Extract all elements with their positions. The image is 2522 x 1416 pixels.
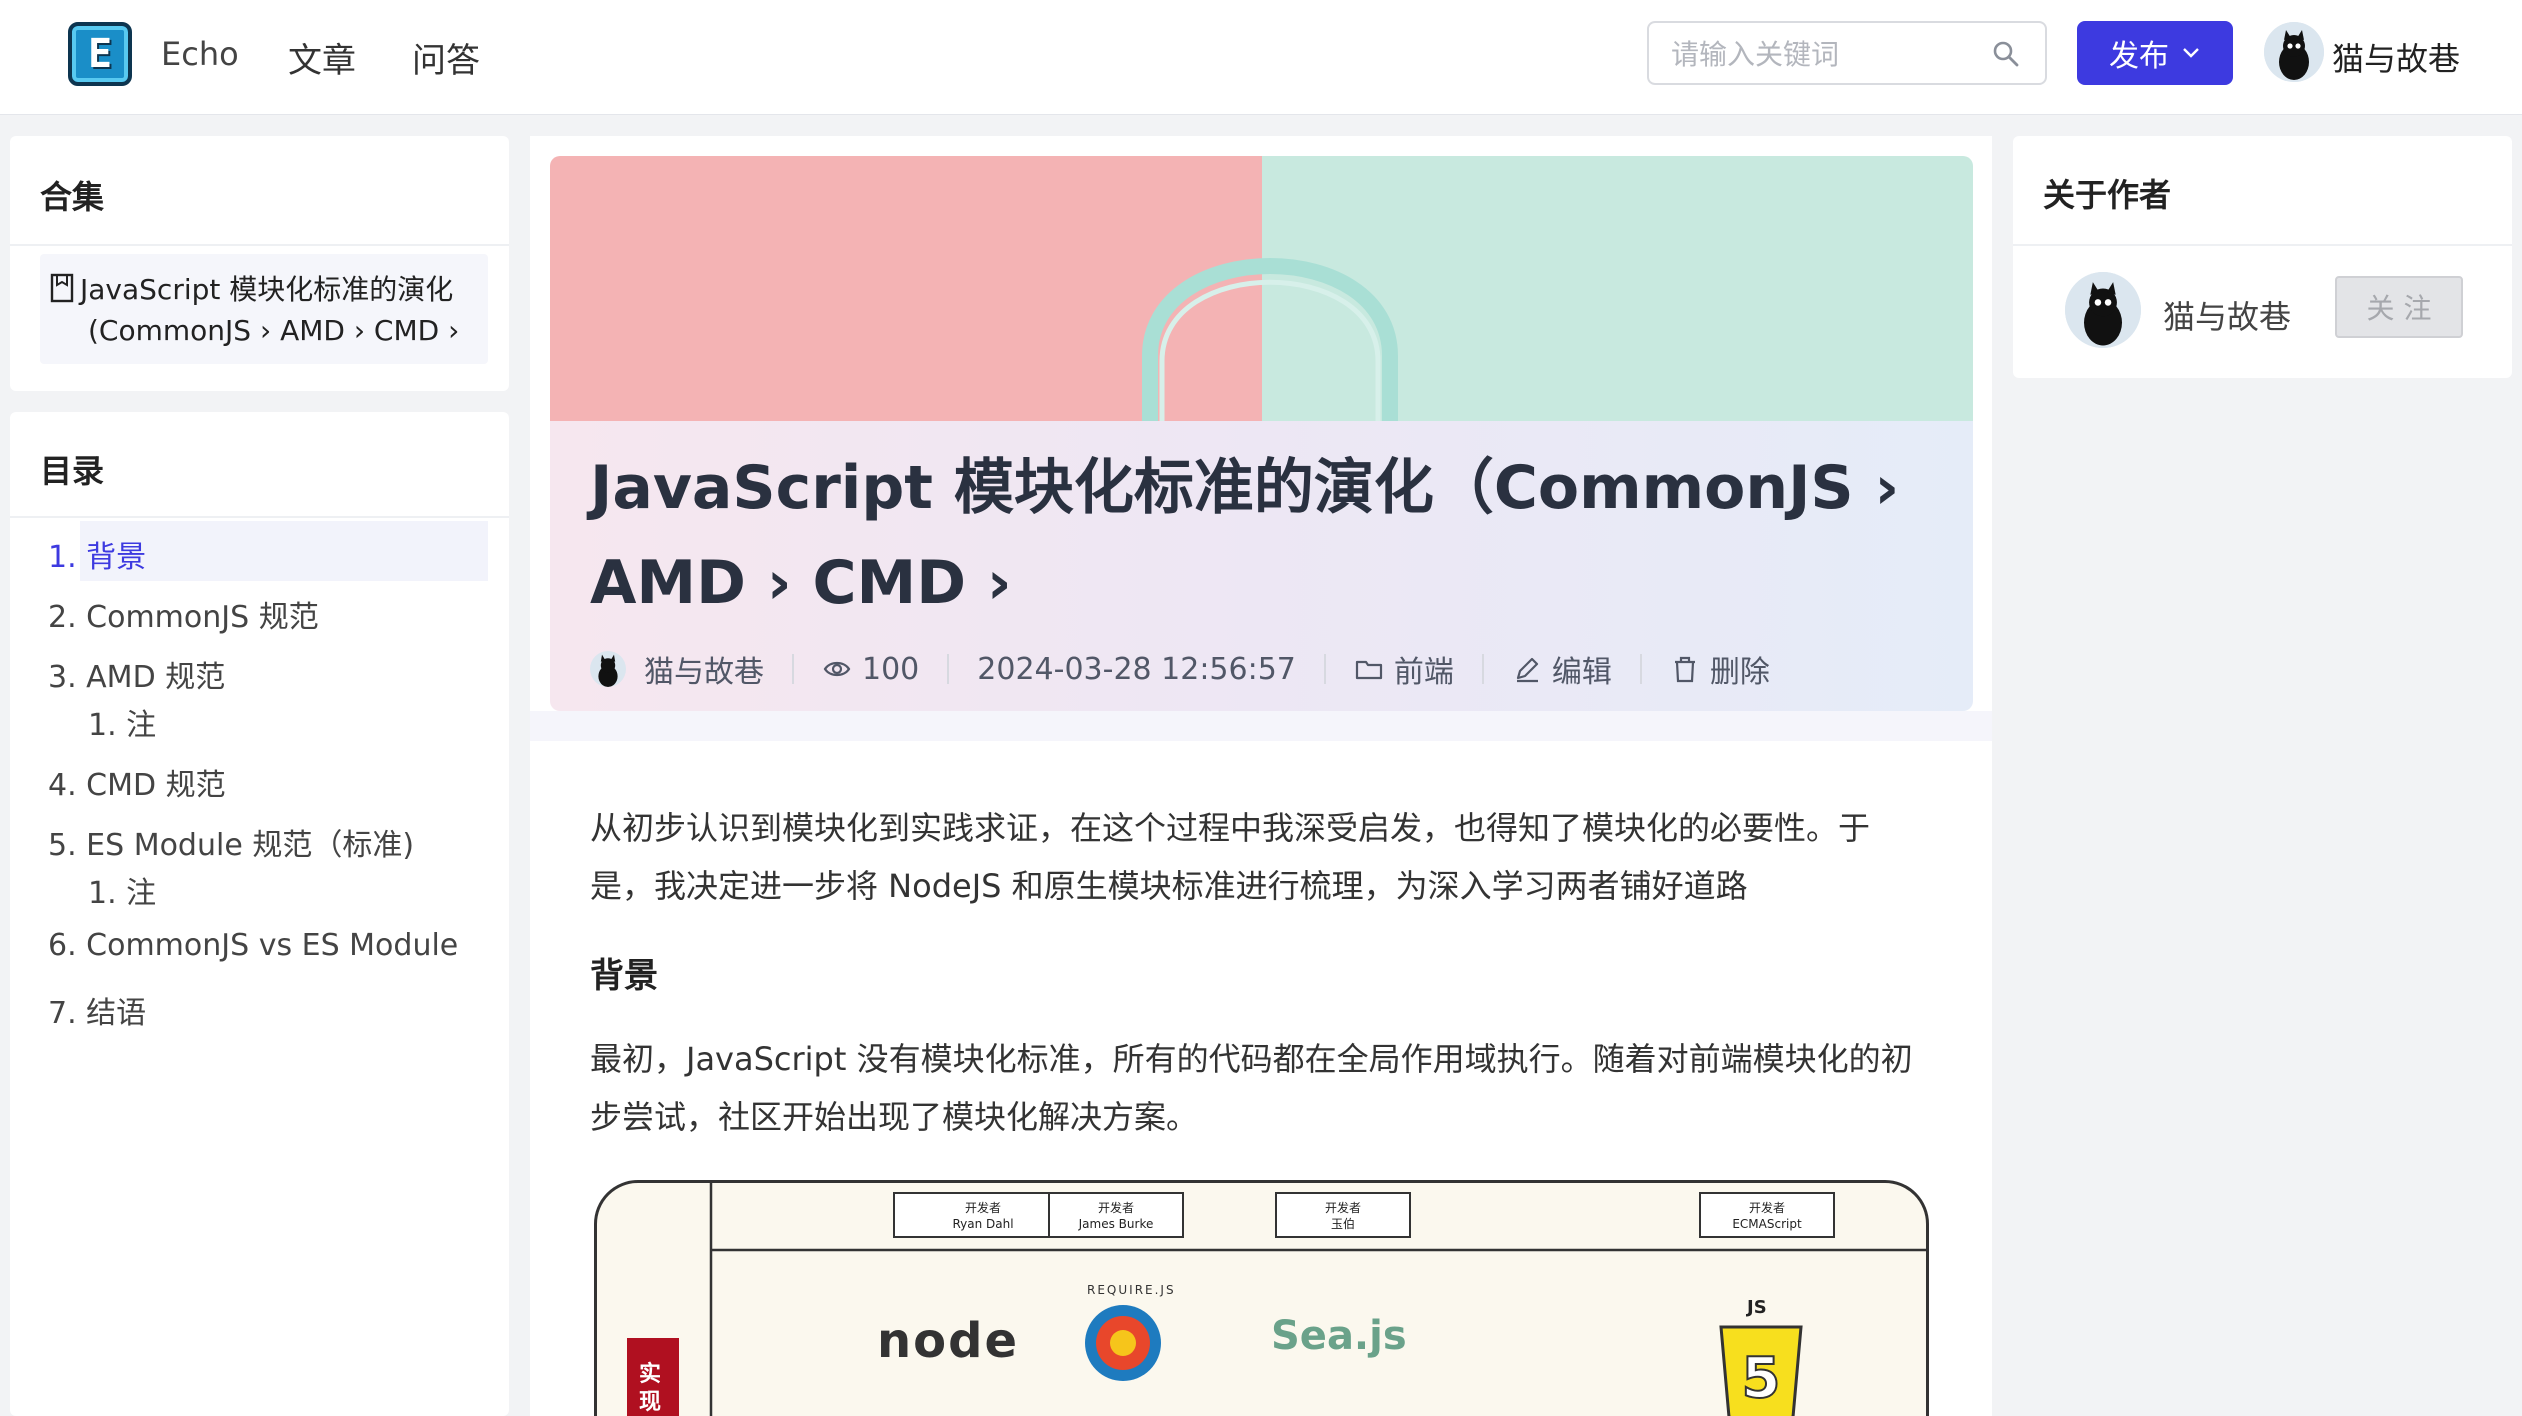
edit-label: 编辑 [1551, 655, 1612, 690]
folder-icon [1355, 660, 1382, 680]
collection-title: 合集 [40, 178, 105, 216]
developer-name: Ryan Dahl [952, 1217, 1014, 1231]
meta-separator [947, 654, 950, 684]
developer-box-ecmascript: 开发者 ECMAScript [1699, 1192, 1835, 1238]
divider [10, 244, 509, 246]
meta-separator [1639, 654, 1642, 684]
meta-category[interactable]: 前端 [1394, 647, 1454, 691]
html5-js-logo: 5 [1719, 1325, 1803, 1416]
follow-button[interactable]: 关 注 [2335, 276, 2463, 338]
meta-date: 2024-03-28 12:56:57 [977, 651, 1296, 687]
section-paragraph: 最初，JavaScript 没有模块化标准，所有的代码都在全局作用域执行。随着对… [590, 1040, 1913, 1136]
toc-item-amd[interactable]: 3. AMD 规范 [48, 652, 225, 696]
toc-card: 目录 1. 背景 2. CommonJS 规范 3. AMD 规范 1. 注 4… [10, 412, 509, 1416]
developer-name: ECMAScript [1732, 1217, 1802, 1231]
header-spacer [530, 711, 1992, 741]
toc-item-es-note[interactable]: 1. 注 [88, 868, 156, 912]
edit-icon [1516, 657, 1538, 683]
divider [2013, 244, 2512, 246]
collection-item-subtitle: (CommonJS › AMD › CMD › [88, 314, 460, 347]
toc-item-commonjs[interactable]: 2. CommonJS 规范 [48, 592, 319, 636]
figure-side-label: 实现 [638, 1362, 661, 1415]
section-heading-background: 背景 [590, 956, 658, 996]
meta-separator [1323, 654, 1326, 684]
developer-box-james: 开发者 James Burke [1048, 1192, 1184, 1238]
html5-js-logo-label: JS [1747, 1297, 1767, 1318]
toc-item-cmd[interactable]: 4. CMD 规范 [48, 760, 226, 804]
developer-box-yubo: 开发者 玉伯 [1275, 1192, 1411, 1238]
nodejs-logo: node [877, 1313, 1020, 1369]
user-avatar[interactable] [2264, 22, 2324, 82]
article-intro: 从初步认识到模块化到实践求证，在这个过程中我深受启发，也得知了模块化的必要性。于… [590, 809, 1871, 905]
nav-qa[interactable]: 问答 [412, 33, 480, 82]
developer-label: 开发者 [964, 1201, 1001, 1215]
developer-label: 开发者 [1097, 1201, 1134, 1215]
svg-text:5: 5 [1742, 1346, 1781, 1411]
document-icon [50, 273, 74, 303]
author-card-avatar[interactable] [2065, 272, 2141, 348]
author-card: 关于作者 猫与故巷 关 注 [2013, 136, 2512, 378]
echo-logo-icon[interactable]: E [68, 22, 132, 86]
hero-cover-image [550, 156, 1973, 421]
author-card-name[interactable]: 猫与故巷 [2163, 292, 2291, 338]
search-icon[interactable] [1991, 39, 2021, 69]
toc-item-amd-note[interactable]: 1. 注 [88, 700, 156, 744]
toc-item-es-module[interactable]: 5. ES Module 规范（标准) [48, 820, 414, 864]
meta-views: 100 [862, 651, 920, 687]
search-input[interactable] [1671, 35, 1971, 73]
seajs-logo: Sea.js [1271, 1313, 1407, 1359]
top-header: E Echo 文章 问答 发布 猫与故巷 [0, 0, 2522, 115]
eye-icon [823, 661, 851, 677]
search-box [1647, 21, 2047, 85]
article-main: JavaScript 模块化标准的演化（CommonJS › AMD › CMD… [530, 136, 1992, 1416]
header-user-name[interactable]: 猫与故巷 [2332, 34, 2460, 80]
toc-item-background[interactable]: 1. 背景 [48, 532, 146, 576]
article-header: JavaScript 模块化标准的演化（CommonJS › AMD › CMD… [550, 421, 1973, 711]
edit-button[interactable]: 编辑 [1512, 647, 1612, 691]
delete-label: 删除 [1709, 655, 1770, 690]
divider [10, 516, 509, 518]
meta-separator [792, 654, 794, 684]
meta-author[interactable]: 猫与故巷 [644, 647, 764, 691]
collection-item[interactable]: JavaScript 模块化标准的演化 (CommonJS › AMD › CM… [40, 254, 488, 364]
requirejs-logo [1085, 1305, 1161, 1381]
developer-box-ryan: 开发者 Ryan Dahl [893, 1192, 1073, 1238]
toc-item-conclusion[interactable]: 7. 结语 [48, 988, 146, 1032]
publish-button[interactable]: 发布 [2077, 21, 2233, 85]
chevron-down-icon [2183, 48, 2199, 58]
nav-articles[interactable]: 文章 [288, 33, 356, 82]
publish-label: 发布 [2109, 39, 2169, 74]
developer-label: 开发者 [1748, 1201, 1785, 1215]
module-history-figure: 开发者 Ryan Dahl 开发者 James Burke 开发者 玉伯 开发者… [594, 1180, 1929, 1416]
requirejs-logo-text: REQUIRE.JS [1087, 1283, 1176, 1297]
developer-name: 玉伯 [1330, 1217, 1355, 1231]
article-title: JavaScript 模块化标准的演化（CommonJS › AMD › CMD… [590, 453, 1900, 618]
delete-button[interactable]: 删除 [1670, 647, 1770, 691]
toc-item-comparison[interactable]: 6. CommonJS vs ES Module [48, 928, 458, 963]
collection-item-title: JavaScript 模块化标准的演化 [80, 273, 454, 306]
trash-icon [1674, 656, 1695, 683]
author-card-title: 关于作者 [2043, 176, 2172, 214]
developer-label: 开发者 [1324, 1201, 1361, 1215]
collection-card: 合集 JavaScript 模块化标准的演化 (CommonJS › AMD ›… [10, 136, 509, 391]
logo-letter: E [87, 31, 113, 77]
author-avatar[interactable] [590, 651, 626, 687]
article-meta: 猫与故巷 100 2024-03-28 12:56:57 前端 编辑 删除 [590, 647, 1770, 691]
developer-name: James Burke [1078, 1217, 1154, 1231]
toc-title: 目录 [40, 452, 105, 490]
meta-separator [1481, 654, 1484, 684]
brand-name[interactable]: Echo [161, 35, 239, 73]
